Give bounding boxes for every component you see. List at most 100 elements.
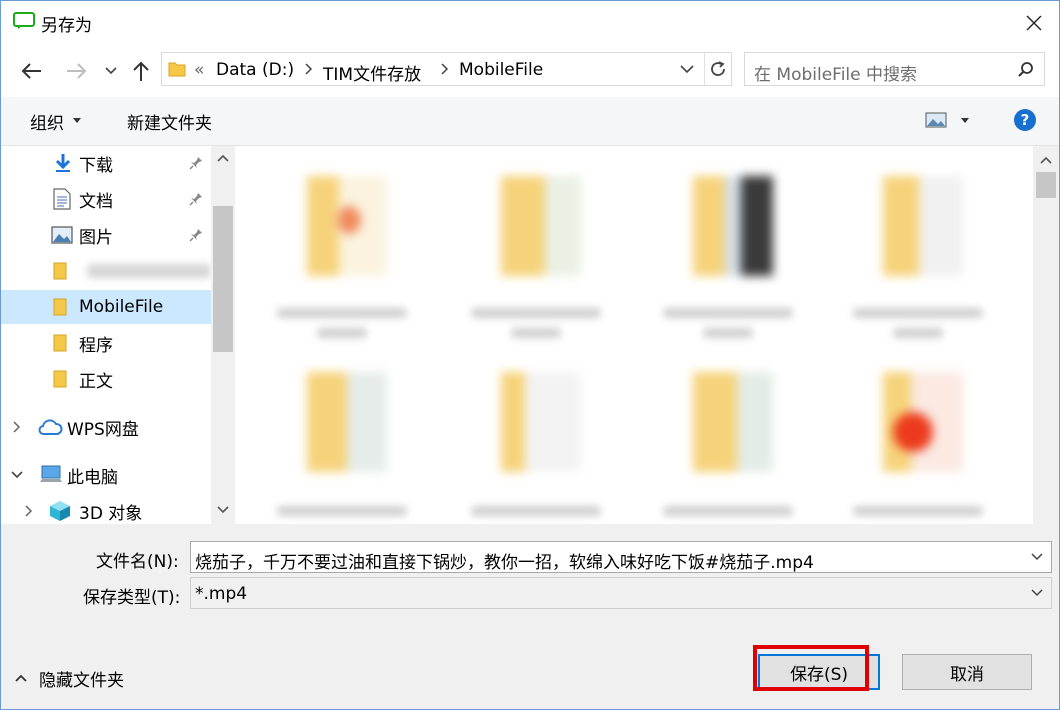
chevron-down-icon[interactable] — [1031, 589, 1043, 597]
file-caption — [663, 308, 793, 318]
breadcrumb-mobilefile[interactable]: MobileFile — [459, 60, 543, 80]
nav-item-label: MobileFile — [79, 297, 164, 317]
pin-icon[interactable] — [189, 192, 203, 206]
document-icon — [53, 188, 71, 210]
pin-icon[interactable] — [189, 228, 203, 242]
file-list[interactable] — [237, 146, 1033, 524]
file-tile[interactable] — [471, 156, 601, 338]
nav-item-label: 文档 — [79, 191, 113, 212]
file-thumbnail — [307, 372, 387, 472]
breadcrumb-tim-folder[interactable]: TIM文件存放 — [323, 60, 421, 85]
file-tile[interactable] — [277, 352, 407, 524]
navigation-pane: 下载 文档 图片 MobileFile 程序 正文 WPS网盘 此电脑 3D 对… — [1, 146, 237, 524]
nav-item-label: 图片 — [79, 227, 113, 248]
nav-item-wps-cloud[interactable]: WPS网盘 — [1, 410, 211, 444]
view-options-icon[interactable] — [925, 112, 947, 128]
thumbnail-detail — [893, 412, 933, 452]
chevron-right-icon — [305, 63, 313, 75]
file-tile[interactable] — [471, 352, 601, 524]
file-tile[interactable] — [853, 156, 983, 338]
address-bar[interactable]: « Data (D:) TIM文件存放 MobileFile — [161, 52, 732, 86]
back-button[interactable] — [15, 57, 47, 85]
breadcrumb-data-drive[interactable]: Data (D:) — [216, 60, 294, 80]
scroll-down-icon[interactable] — [217, 506, 229, 514]
save-button[interactable]: 保存(S) — [758, 654, 880, 690]
file-tile[interactable] — [663, 156, 793, 338]
cancel-button[interactable]: 取消 — [902, 654, 1032, 690]
file-caption — [853, 506, 983, 516]
search-input[interactable]: 在 MobileFile 中搜索 — [754, 60, 917, 85]
folder-icon — [53, 298, 67, 316]
new-folder-button[interactable]: 新建文件夹 — [127, 109, 212, 134]
nav-item-programs[interactable]: 程序 — [1, 326, 211, 360]
nav-item-3d-objects[interactable]: 3D 对象 — [1, 494, 211, 528]
chevron-down-icon[interactable] — [1031, 553, 1043, 561]
nav-item-mobilefile[interactable]: MobileFile — [1, 290, 211, 324]
hide-folders-toggle[interactable]: 隐藏文件夹 — [15, 667, 124, 691]
expand-chevron-icon[interactable] — [25, 505, 33, 517]
close-icon — [1026, 15, 1042, 31]
scroll-up-icon[interactable] — [1040, 156, 1052, 164]
file-caption — [663, 506, 793, 516]
nav-item-this-pc[interactable]: 此电脑 — [1, 458, 211, 492]
window-title: 另存为 — [41, 16, 92, 36]
file-thumbnail — [883, 176, 963, 276]
nav-pane-scrollbar[interactable] — [211, 146, 235, 524]
file-thumbnail — [501, 372, 581, 472]
collapse-chevron-icon[interactable] — [11, 471, 23, 479]
nav-item-downloads[interactable]: 下载 — [1, 146, 211, 180]
cube-3d-icon — [50, 501, 70, 521]
arrow-left-icon — [21, 63, 41, 79]
pin-icon[interactable] — [189, 156, 203, 170]
organize-button[interactable]: 组织 — [30, 109, 64, 134]
search-box[interactable]: 在 MobileFile 中搜索 — [744, 52, 1045, 86]
file-tile[interactable] — [853, 352, 983, 524]
filetype-value: *.mp4 — [195, 584, 248, 604]
scroll-up-icon[interactable] — [217, 154, 229, 162]
refresh-icon[interactable] — [709, 60, 727, 78]
nav-item-label: 此电脑 — [67, 467, 118, 488]
folder-icon — [168, 62, 186, 77]
thumbnail-detail — [337, 206, 361, 234]
chevron-down-icon[interactable] — [680, 65, 694, 74]
up-button[interactable] — [129, 57, 153, 85]
nav-item-pictures[interactable]: 图片 — [1, 218, 211, 252]
help-icon[interactable]: ? — [1013, 108, 1037, 132]
file-caption — [471, 308, 601, 318]
file-tile[interactable] — [277, 156, 407, 338]
forward-button[interactable] — [61, 57, 93, 85]
file-caption — [471, 506, 601, 516]
breadcrumb-overflow[interactable]: « — [194, 60, 204, 80]
expand-chevron-icon[interactable] — [13, 421, 21, 433]
filename-label: 文件名(N): — [96, 552, 179, 572]
folder-icon — [53, 262, 67, 280]
scrollbar-thumb[interactable] — [213, 206, 233, 352]
recent-locations-button[interactable] — [101, 57, 121, 85]
nav-item-documents[interactable]: 文档 — [1, 182, 211, 216]
filetype-label: 保存类型(T): — [83, 588, 181, 608]
file-caption — [317, 328, 367, 338]
caret-down-icon[interactable] — [961, 118, 969, 124]
filename-field[interactable]: 烧茄子，千万不要过油和直接下锅炒，教你一招，软绵入味好吃下饭#烧茄子.mp4 — [190, 541, 1052, 573]
chevron-down-icon — [105, 67, 117, 75]
file-caption — [853, 308, 983, 318]
file-tile[interactable] — [663, 352, 793, 524]
chevron-up-icon — [15, 674, 27, 682]
file-caption — [511, 328, 561, 338]
folder-icon — [53, 334, 67, 352]
content-scrollbar[interactable] — [1033, 146, 1059, 524]
computer-icon — [40, 465, 62, 482]
file-caption — [277, 308, 407, 318]
chevron-right-icon — [441, 63, 449, 75]
filename-input[interactable]: 烧茄子，千万不要过油和直接下锅炒，教你一招，软绵入味好吃下饭#烧茄子.mp4 — [195, 548, 814, 573]
close-button[interactable] — [1011, 3, 1057, 43]
folder-icon — [53, 370, 67, 388]
picture-icon — [51, 226, 73, 244]
file-thumbnail — [693, 372, 773, 472]
search-icon[interactable] — [1017, 61, 1035, 79]
nav-item-blurred-folder[interactable] — [1, 254, 211, 288]
scrollbar-thumb[interactable] — [1036, 172, 1056, 198]
nav-item-body-text[interactable]: 正文 — [1, 362, 211, 396]
filetype-select[interactable]: *.mp4 — [190, 577, 1052, 609]
app-chat-icon — [13, 12, 35, 29]
